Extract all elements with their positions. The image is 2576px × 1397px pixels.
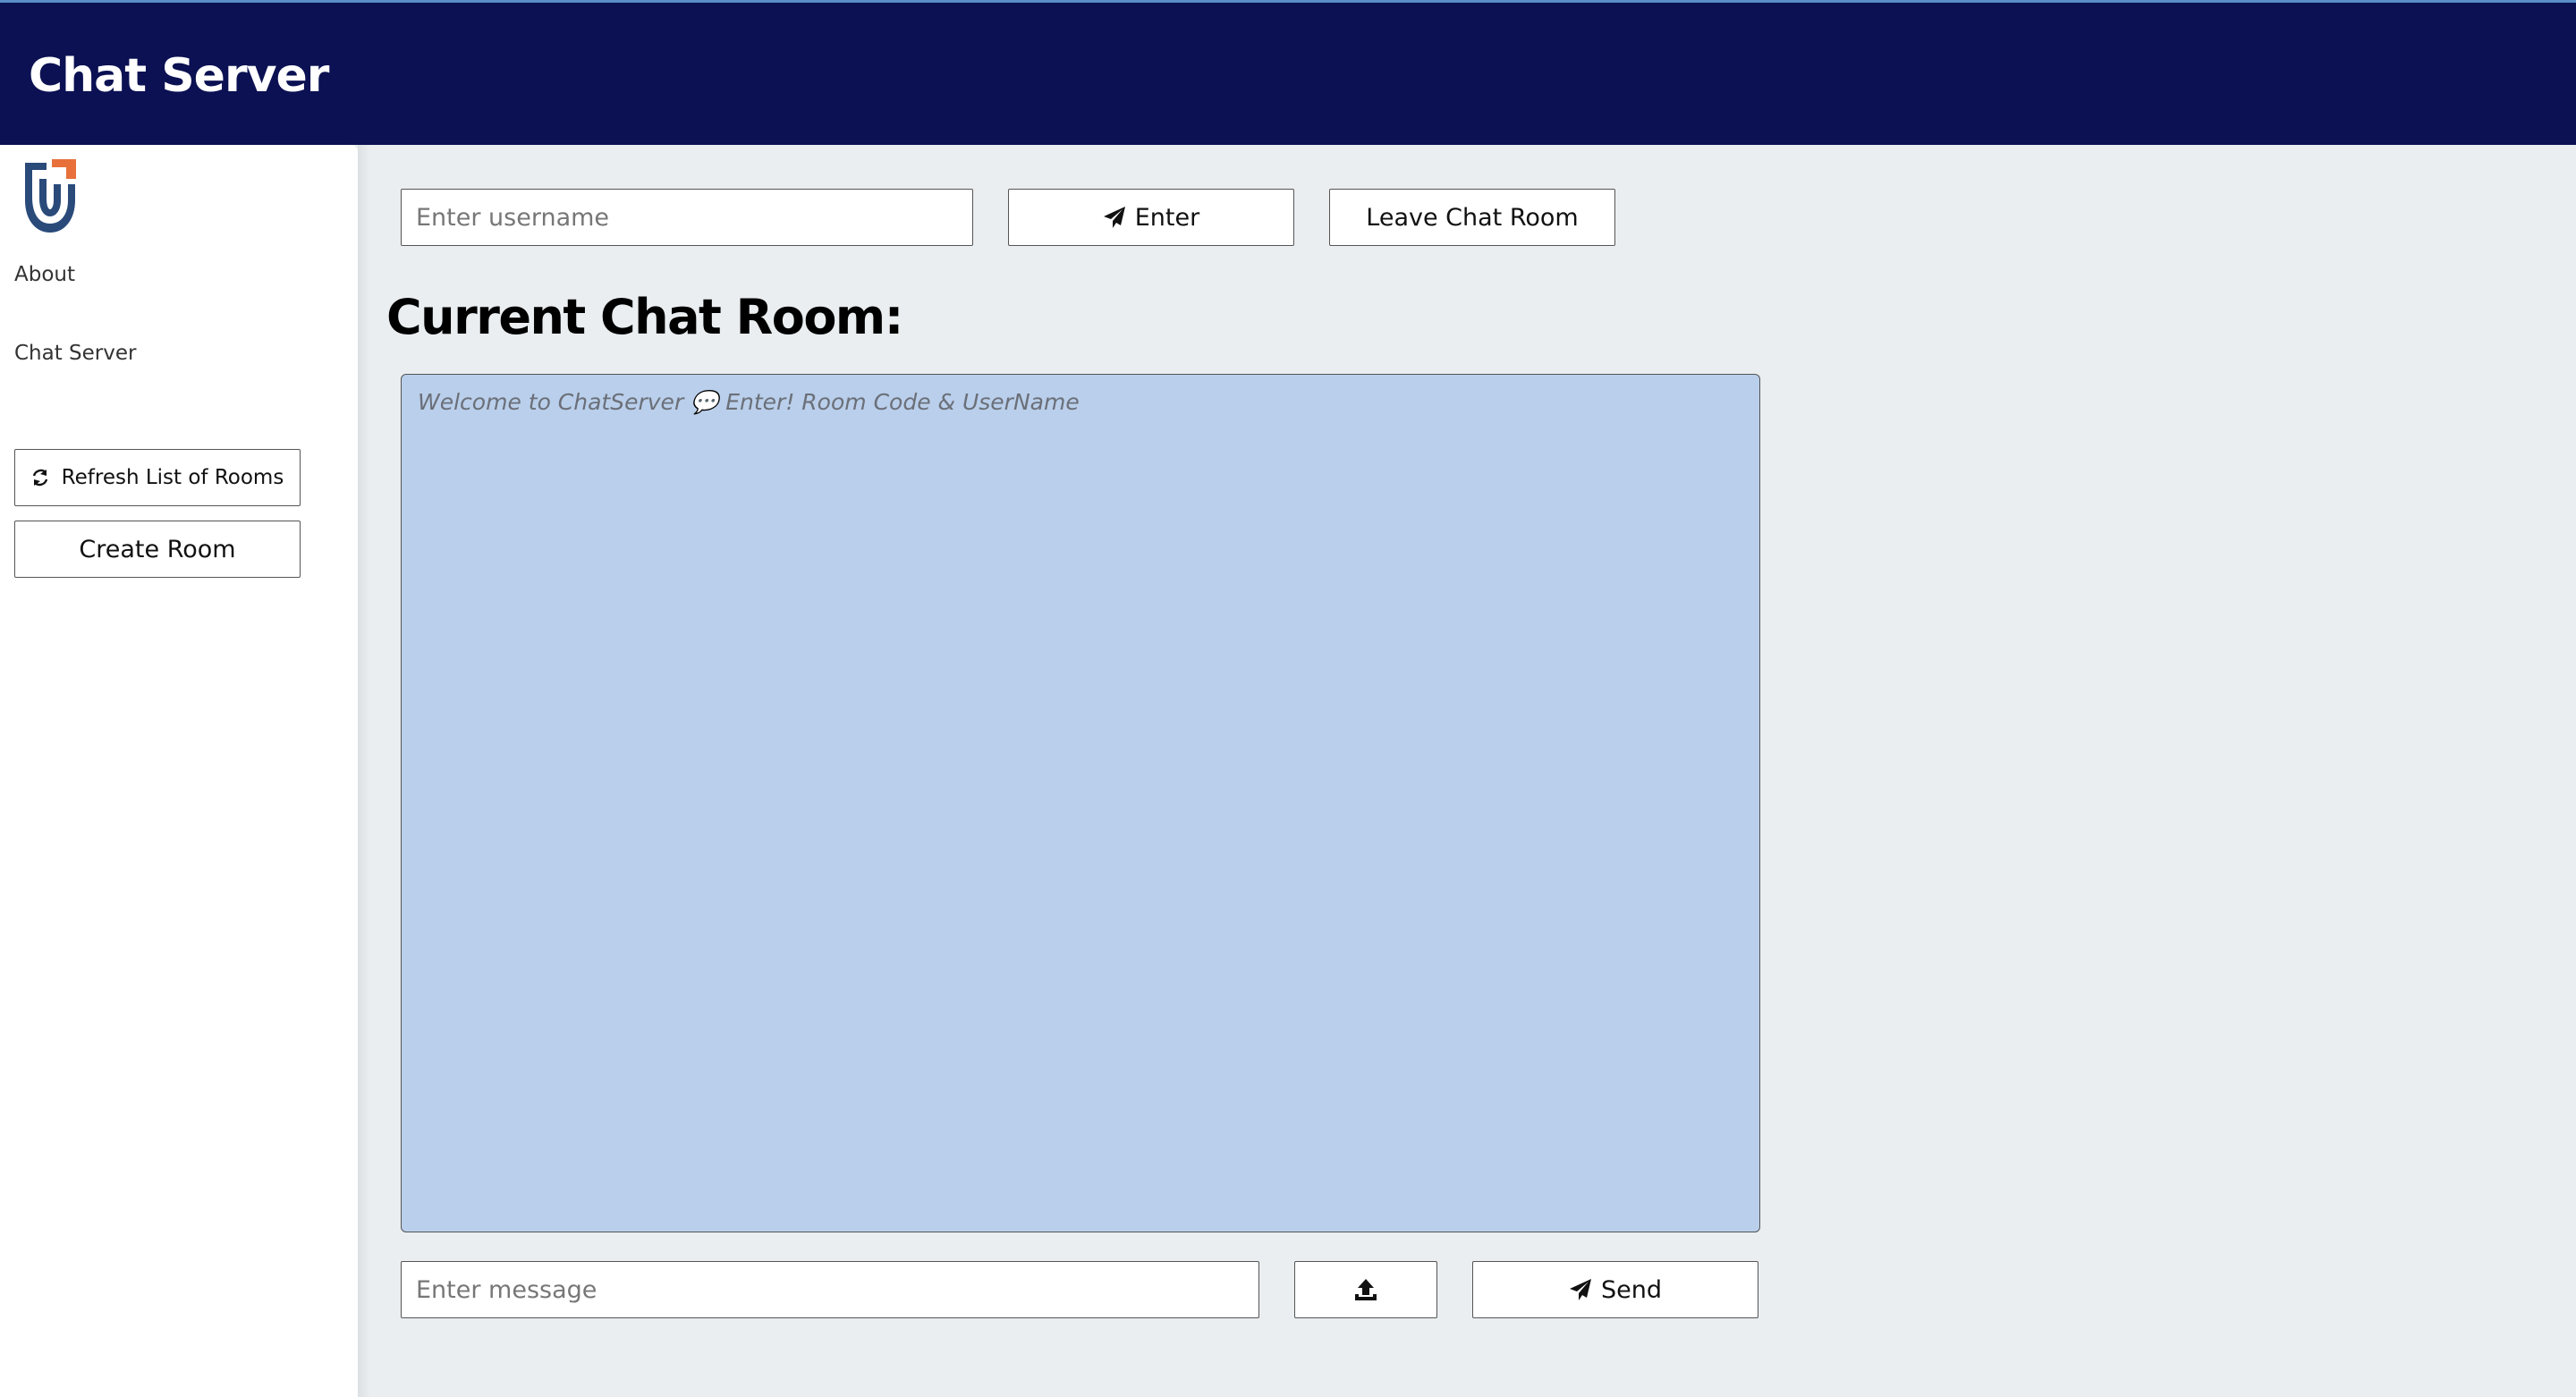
refresh-icon [31,469,49,487]
leave-chat-room-label: Leave Chat Room [1366,203,1579,232]
create-room-button[interactable]: Create Room [14,521,301,578]
upload-file-button[interactable] [1294,1261,1437,1318]
enter-button[interactable]: Enter [1008,189,1294,246]
send-button-label: Send [1600,1275,1662,1304]
chat-messages-area[interactable] [401,374,1760,1232]
refresh-rooms-label: Refresh List of Rooms [61,466,284,489]
sidebar-shadow [358,145,370,1397]
app-title: Chat Server [29,49,329,103]
paper-plane-icon [1569,1278,1592,1301]
paper-plane-icon [1103,206,1126,229]
app-header: Chat Server [0,0,2576,145]
leave-chat-room-button[interactable]: Leave Chat Room [1329,189,1615,246]
username-input[interactable] [401,189,973,246]
message-input[interactable] [401,1261,1259,1318]
upload-icon [1353,1277,1378,1302]
nav-item-about[interactable]: About [14,263,75,286]
nav-item-chat-server[interactable]: Chat Server [14,342,136,365]
refresh-rooms-button[interactable]: Refresh List of Rooms [14,449,301,506]
sidebar: About Chat Server Refresh List of Rooms … [0,145,358,1397]
brand-logo-icon[interactable] [20,159,82,234]
enter-button-label: Enter [1134,203,1200,232]
send-button[interactable]: Send [1472,1261,1758,1318]
current-chat-room-heading: Current Chat Room: [386,289,903,345]
create-room-label: Create Room [79,535,236,563]
